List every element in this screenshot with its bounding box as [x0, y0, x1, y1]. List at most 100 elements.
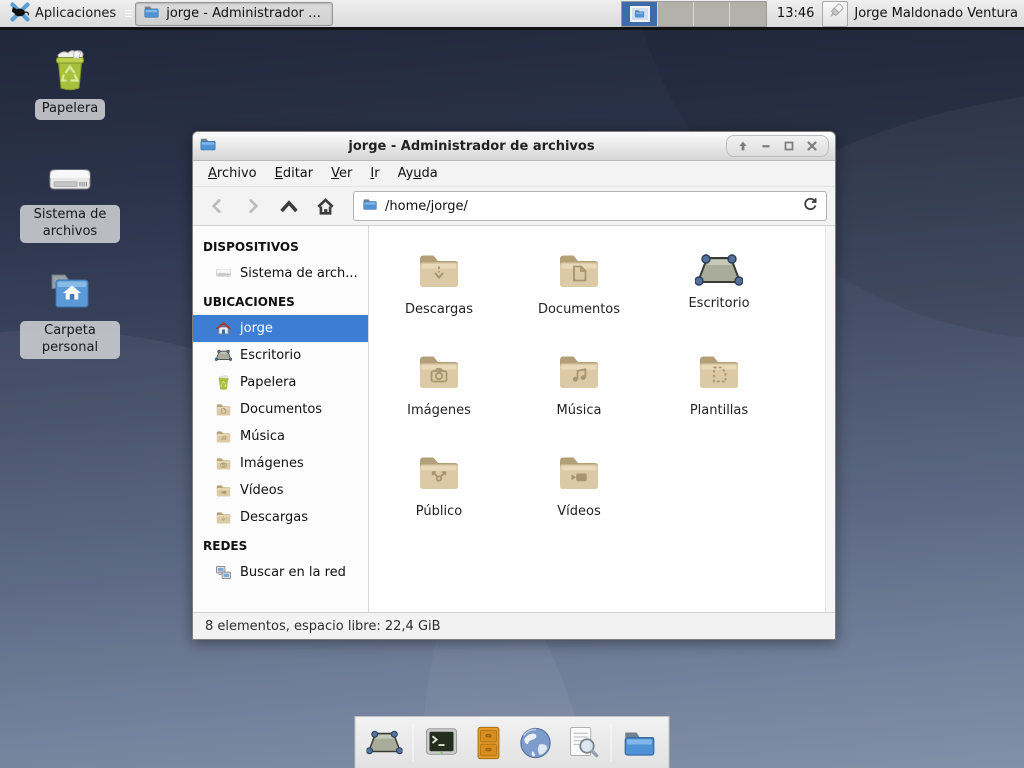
home-button[interactable] [309, 191, 341, 221]
menu-archivo[interactable]: Archivo [201, 163, 264, 184]
xfce-logo-icon [10, 2, 30, 26]
user-name-label[interactable]: Jorge Maldonado Ventura [854, 6, 1018, 21]
folder-template-icon [695, 347, 743, 395]
forward-button[interactable] [237, 191, 269, 221]
folder-doc-icon [215, 401, 232, 418]
workspace-switcher [621, 1, 767, 27]
sidebar-header-ubicaciones: UBICACIONES [193, 287, 368, 315]
drive-icon [46, 160, 94, 200]
menubar: ArchivoEditarVerIrAyuda [193, 161, 835, 187]
sidebar-item-documentos[interactable]: Documentos [193, 396, 368, 423]
dock-separator [413, 724, 414, 762]
window-title: jorge - Administrador de archivos [217, 139, 726, 154]
desktop-icon-sistema-de-archivos[interactable]: Sistema de archivos [18, 160, 122, 243]
sidebar-item-label: Papelera [240, 375, 296, 390]
folder-doc-icon [555, 246, 603, 294]
file-item-label: Documentos [538, 302, 620, 317]
sidebar-item-música[interactable]: Música [193, 423, 368, 450]
menu-ayuda[interactable]: Ayuda [391, 163, 445, 184]
menu-editar[interactable]: Editar [268, 163, 321, 184]
workspace-3[interactable] [694, 2, 730, 26]
window-controls [726, 135, 829, 157]
file-item-descargas[interactable]: Descargas [369, 246, 509, 346]
file-item-label: Descargas [405, 302, 473, 317]
sidebar-item-vídeos[interactable]: Vídeos [193, 477, 368, 504]
folder-music-icon [555, 347, 603, 395]
path-folder-icon [362, 196, 378, 216]
sidebar-item-label: Vídeos [240, 483, 283, 498]
drive-icon [215, 266, 232, 280]
taskbar-folder-icon [143, 3, 160, 24]
sidebar-item-descargas[interactable]: Descargas [193, 504, 368, 531]
home-folder-icon [46, 268, 94, 316]
dock [355, 716, 670, 768]
file-item-música[interactable]: Música [509, 347, 649, 447]
file-item-label: Imágenes [407, 403, 471, 418]
taskbar-window-button[interactable]: jorge - Administrador de... [135, 2, 333, 26]
file-item-escritorio[interactable]: Escritorio [649, 246, 789, 346]
status-text: 8 elementos, espacio libre: 22,4 GiB [205, 619, 441, 634]
home-icon [215, 320, 232, 337]
up-button[interactable] [273, 191, 305, 221]
menu-ir[interactable]: Ir [363, 163, 386, 184]
dock-file-manager-button[interactable] [621, 724, 659, 762]
window-folder-icon [199, 135, 217, 157]
desktop-icon [695, 252, 743, 288]
sidebar-item-label: Música [240, 429, 285, 444]
dock-web-browser-button[interactable] [517, 724, 555, 762]
back-button[interactable] [201, 191, 233, 221]
sidebar-header-redes: REDES [193, 531, 368, 559]
clock[interactable]: 13:46 [777, 6, 814, 21]
applications-menu[interactable]: Aplicaciones [4, 1, 122, 27]
sidebar-item-label: Documentos [240, 402, 322, 417]
file-item-imágenes[interactable]: Imágenes [369, 347, 509, 447]
folder-music-icon [215, 428, 232, 445]
file-item-plantillas[interactable]: Plantillas [649, 347, 789, 447]
desktop-icon-carpeta-personal[interactable]: Carpeta personal [18, 268, 122, 359]
sidebar-item-buscar-en-la-red[interactable]: Buscar en la red [193, 559, 368, 586]
dock-terminal-button[interactable] [423, 724, 461, 762]
file-item-público[interactable]: Público [369, 448, 509, 548]
sidebar-item-escritorio[interactable]: Escritorio [193, 342, 368, 369]
eraser-icon [826, 2, 845, 25]
reload-button[interactable] [802, 196, 818, 216]
shade-button[interactable] [735, 138, 751, 154]
sidebar-item-label: jorge [240, 321, 273, 336]
trash-icon [215, 374, 232, 391]
file-item-label: Plantillas [690, 403, 748, 418]
taskbar-window-label: jorge - Administrador de... [166, 6, 325, 21]
titlebar[interactable]: jorge - Administrador de archivos [193, 132, 835, 161]
file-item-vídeos[interactable]: Vídeos [509, 448, 649, 548]
close-button[interactable] [804, 138, 820, 154]
dock-show-desktop-button[interactable] [366, 724, 404, 762]
file-view[interactable]: Descargas Documentos Escritorio Imágenes Mús… [369, 226, 835, 612]
sidebar-item-papelera[interactable]: Papelera [193, 369, 368, 396]
workspace-2[interactable] [658, 2, 694, 26]
trash-icon [46, 46, 94, 94]
path-text[interactable]: /home/jorge/ [385, 199, 795, 214]
maximize-button[interactable] [781, 138, 797, 154]
user-actions-button[interactable] [822, 1, 848, 27]
applications-label: Aplicaciones [35, 6, 116, 21]
workspace-4[interactable] [730, 2, 766, 26]
folder-download-icon [215, 509, 232, 526]
file-item-documentos[interactable]: Documentos [509, 246, 649, 346]
minimize-button[interactable] [758, 138, 774, 154]
location-bar[interactable]: /home/jorge/ [353, 191, 827, 221]
toolbar: /home/jorge/ [193, 187, 835, 226]
sidebar-item-jorge[interactable]: jorge [193, 315, 368, 342]
dock-file-cabinet-button[interactable] [470, 724, 508, 762]
workspace-1[interactable] [622, 2, 658, 26]
menu-ver[interactable]: Ver [324, 163, 359, 184]
tasklist-grip[interactable] [125, 5, 132, 23]
dock-search-files-button[interactable] [564, 724, 602, 762]
vertical-scrollbar[interactable] [825, 226, 835, 612]
sidebar-item-label: Descargas [240, 510, 308, 525]
sidebar-item-imágenes[interactable]: Imágenes [193, 450, 368, 477]
sidebar-item-label: Imágenes [240, 456, 304, 471]
file-item-label: Escritorio [688, 296, 749, 311]
file-item-label: Vídeos [557, 504, 600, 519]
sidebar-item-sistema-de-arch-[interactable]: Sistema de arch... [193, 260, 368, 287]
sidebar-item-label: Buscar en la red [240, 565, 346, 580]
desktop-icon-papelera[interactable]: Papelera [18, 46, 122, 120]
